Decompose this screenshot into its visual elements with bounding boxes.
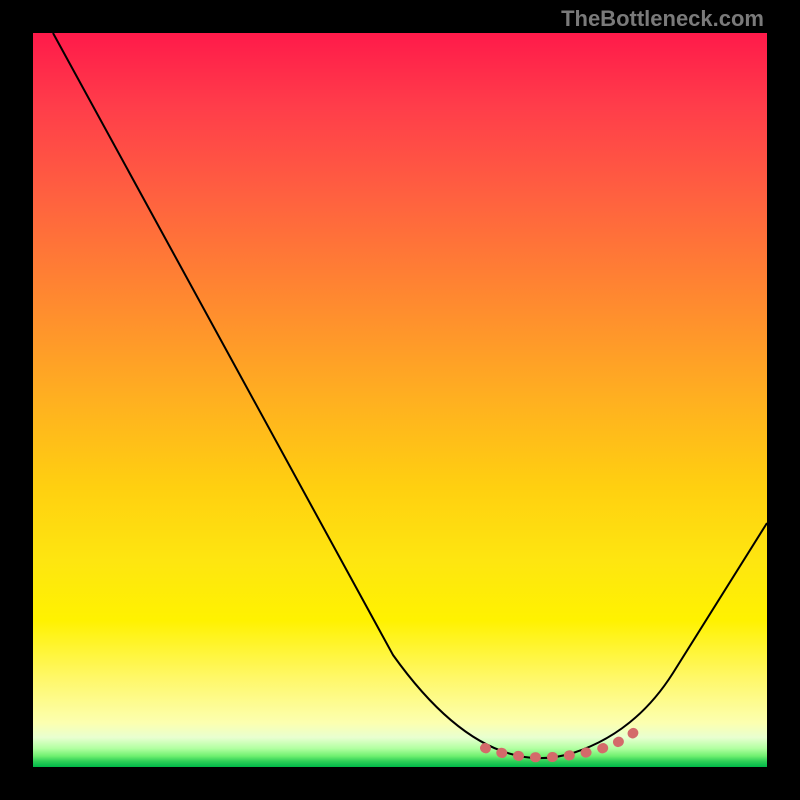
bottleneck-curve — [33, 33, 767, 767]
chart-frame: TheBottleneck.com — [0, 0, 800, 800]
main-curve — [53, 33, 767, 758]
plot-area — [33, 33, 767, 767]
attribution-text: TheBottleneck.com — [561, 6, 764, 32]
